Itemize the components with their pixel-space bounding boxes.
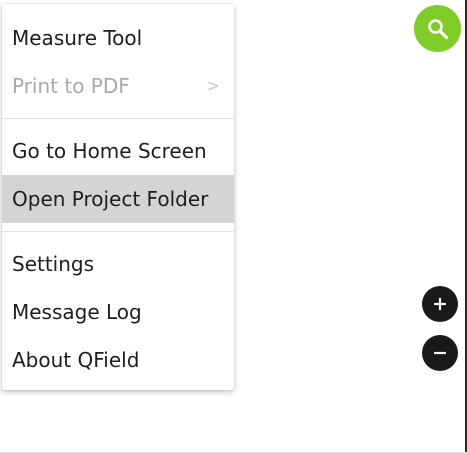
zoom-out-button[interactable] (422, 335, 458, 371)
menu-item-label: Go to Home Screen (12, 139, 207, 163)
menu-separator (2, 118, 234, 119)
menu-item-label: Open Project Folder (12, 187, 209, 211)
menu-separator (2, 231, 234, 232)
main-menu: Measure Tool Print to PDF > Go to Home S… (2, 4, 234, 390)
menu-item-settings[interactable]: Settings (2, 240, 234, 288)
menu-item-measure-tool[interactable]: Measure Tool (2, 14, 234, 62)
menu-item-label: About QField (12, 348, 140, 372)
submenu-arrow-icon: > (206, 76, 220, 95)
menu-item-open-project-folder[interactable]: Open Project Folder (2, 175, 234, 223)
zoom-in-button[interactable] (422, 286, 458, 322)
menu-item-label: Print to PDF (12, 74, 130, 98)
menu-item-go-to-home-screen[interactable]: Go to Home Screen (2, 127, 234, 175)
search-button[interactable] (414, 5, 461, 52)
menu-item-label: Measure Tool (12, 26, 143, 50)
minus-icon (432, 345, 448, 361)
menu-item-label: Message Log (12, 300, 142, 324)
menu-item-print-to-pdf: Print to PDF > (2, 62, 234, 110)
menu-item-label: Settings (12, 252, 95, 276)
menu-item-about-qfield[interactable]: About QField (2, 336, 234, 384)
menu-item-message-log[interactable]: Message Log (2, 288, 234, 336)
search-icon (427, 18, 449, 40)
plus-icon (432, 296, 448, 312)
